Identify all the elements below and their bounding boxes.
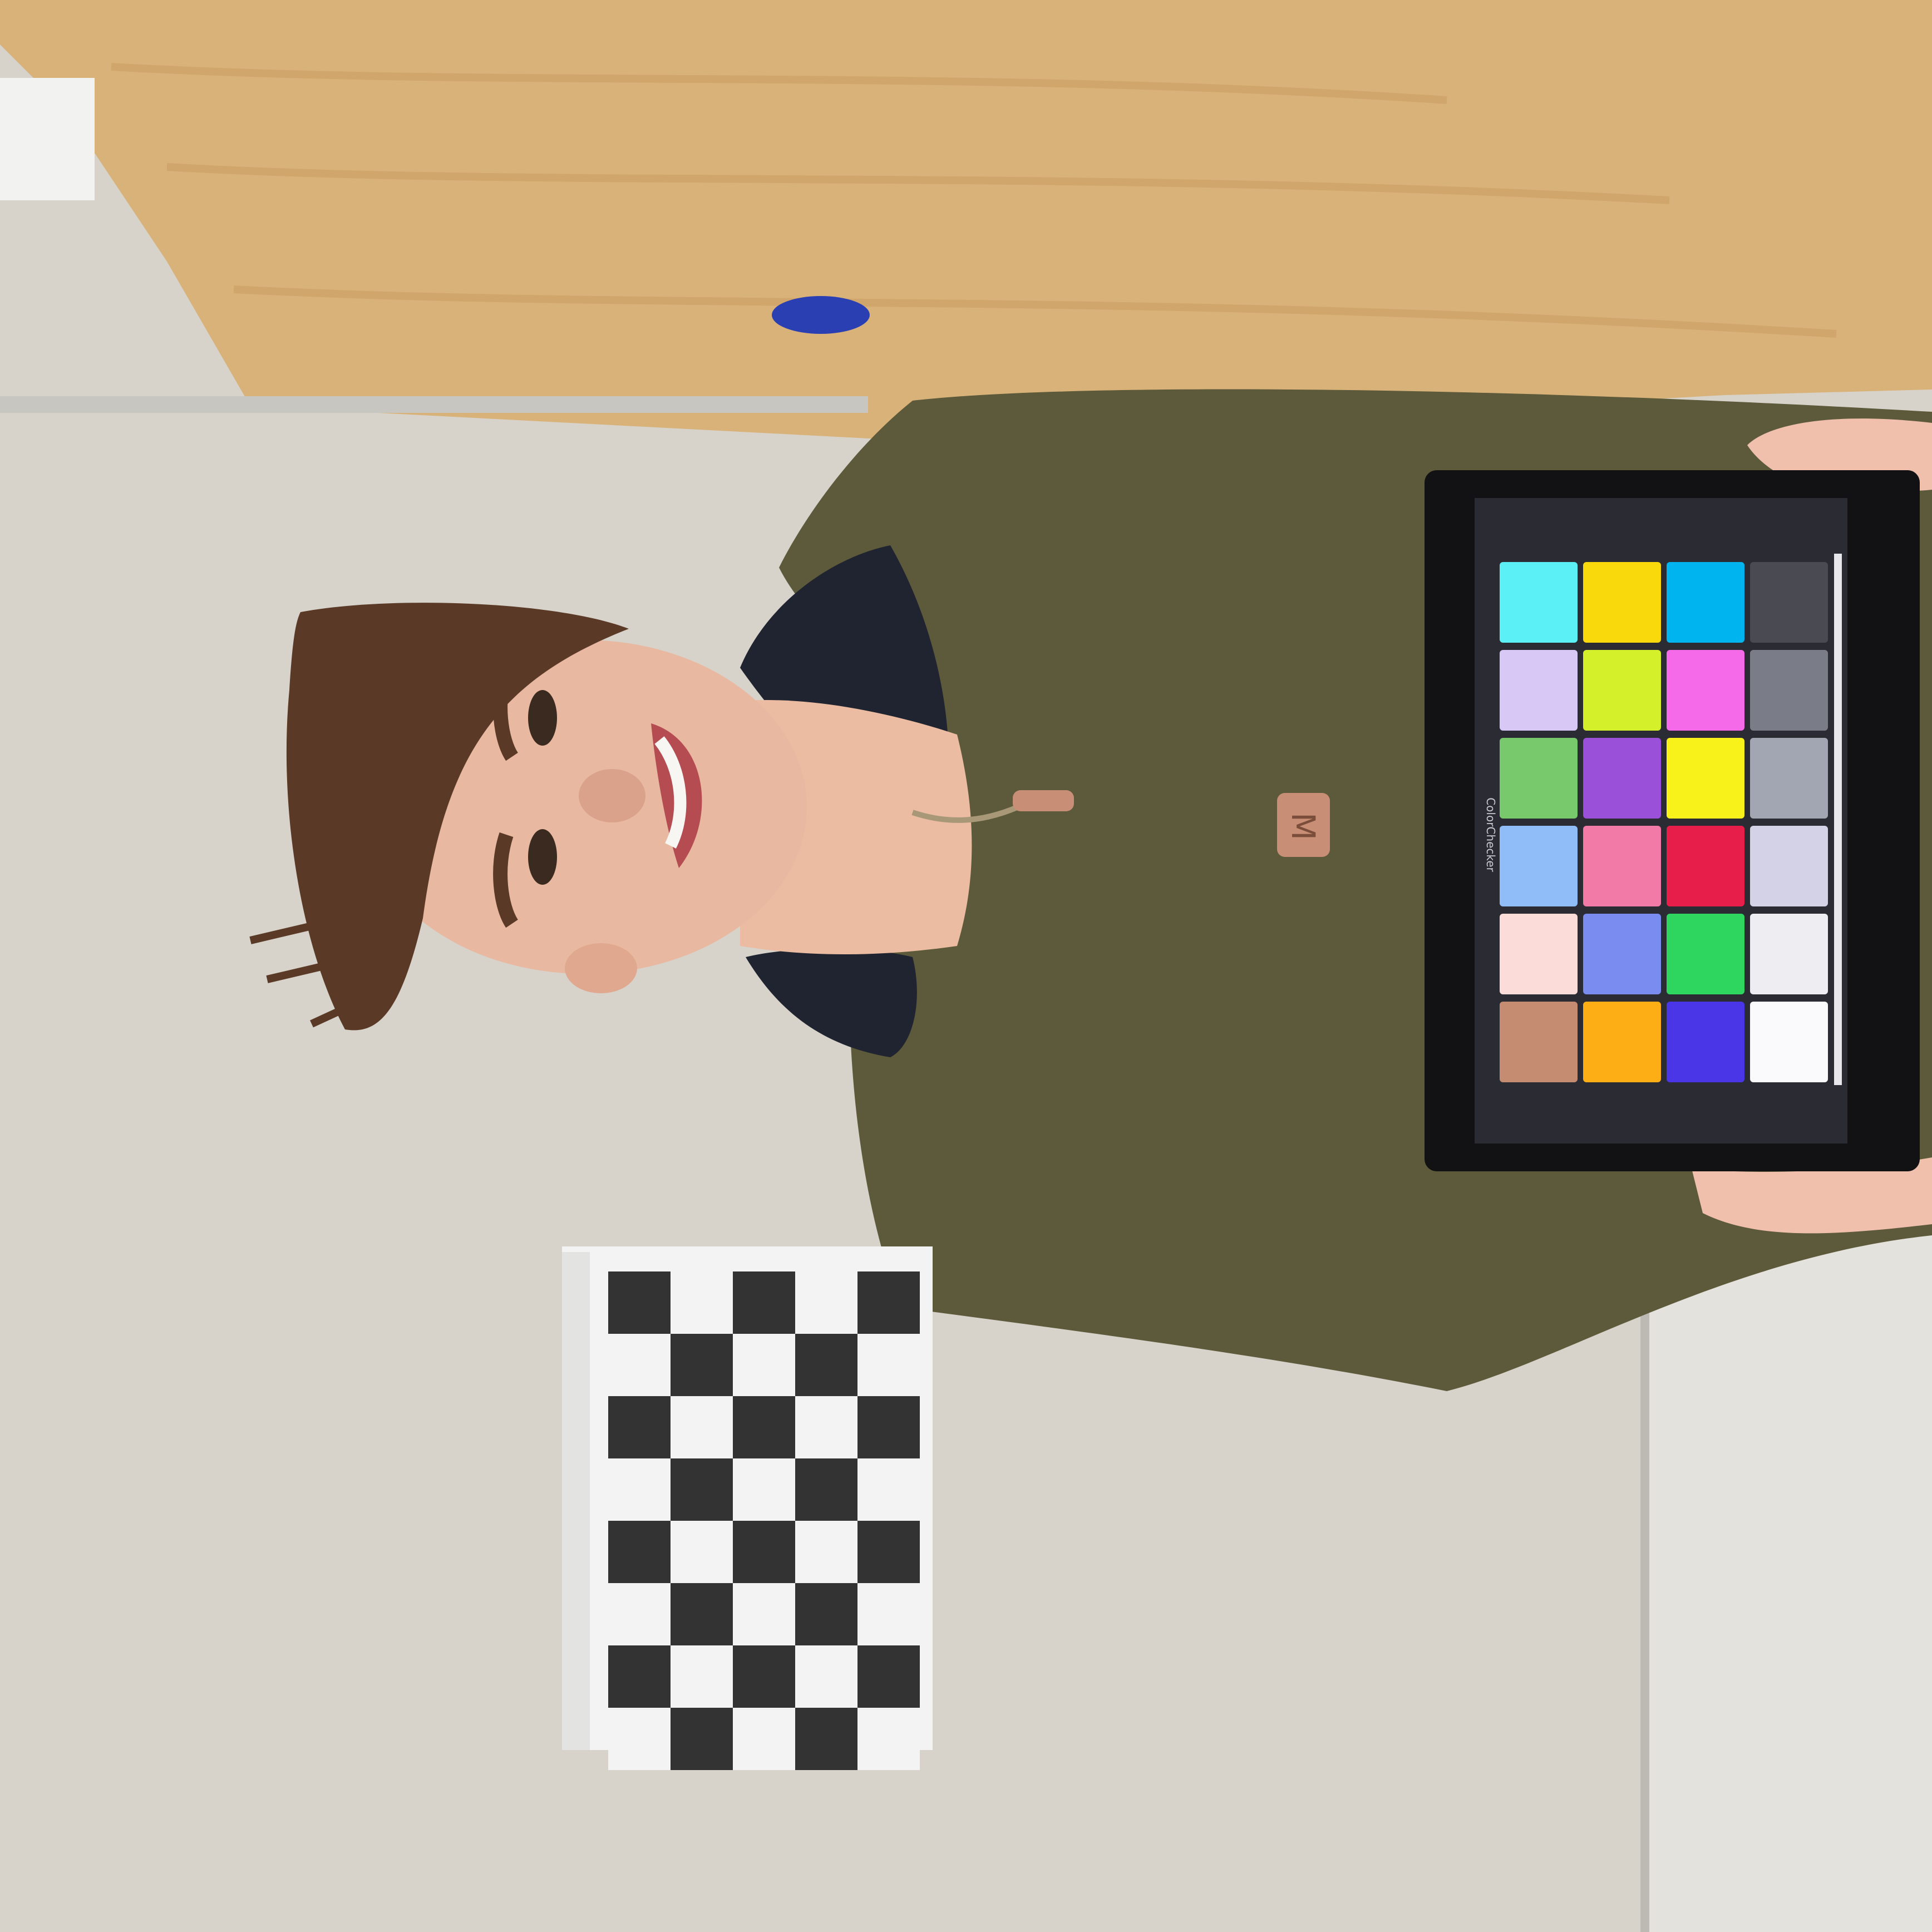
color-swatch — [1583, 650, 1661, 731]
checkerboard-square — [733, 1396, 795, 1458]
ear — [565, 943, 637, 993]
checkerboard-square — [608, 1396, 671, 1458]
color-swatch — [1500, 562, 1578, 643]
checkerboard-square — [857, 1271, 920, 1334]
checkerboard-square — [671, 1458, 733, 1521]
color-swatch — [1750, 826, 1828, 906]
color-swatch — [1583, 826, 1661, 906]
checkerboard-square — [857, 1396, 920, 1458]
color-swatch — [1667, 914, 1744, 994]
checkerboard-square — [671, 1583, 733, 1645]
tablet-scrollbar — [1834, 554, 1842, 1085]
checkerboard-square — [608, 1708, 671, 1770]
color-swatch — [1500, 1002, 1578, 1082]
checkerboard-square — [795, 1583, 857, 1645]
color-swatch — [1667, 562, 1744, 643]
door-frame — [0, 396, 868, 413]
checkerboard-square — [857, 1708, 920, 1770]
color-swatch — [1750, 562, 1828, 643]
checkerboard-square — [795, 1334, 857, 1396]
checkerboard-square — [733, 1521, 795, 1583]
checkerboard-square — [608, 1334, 671, 1396]
blue-sticker — [772, 296, 870, 334]
color-swatch — [1667, 1002, 1744, 1082]
checkerboard-square — [857, 1458, 920, 1521]
checkerboard-square — [671, 1334, 733, 1396]
notice-paper — [0, 78, 95, 200]
checkerboard-square — [795, 1458, 857, 1521]
wooden-door — [0, 0, 1932, 440]
checkerboard-square — [671, 1396, 733, 1458]
checkerboard-square — [857, 1583, 920, 1645]
color-swatch — [1750, 650, 1828, 731]
checkerboard-square — [608, 1645, 671, 1708]
color-swatch — [1667, 738, 1744, 819]
color-swatch — [1750, 1002, 1828, 1082]
tablet-app-label: ColorChecker — [1484, 797, 1497, 872]
color-swatch — [1750, 738, 1828, 819]
wall-panel-seam — [1640, 1269, 1649, 1932]
checkerboard-square — [733, 1334, 795, 1396]
color-swatch — [1583, 1002, 1661, 1082]
checkerboard-square — [608, 1583, 671, 1645]
checkerboard-square — [671, 1271, 733, 1334]
left-eye — [528, 690, 557, 746]
checkerboard-sleeve-edge — [562, 1252, 590, 1750]
checkerboard-square — [671, 1521, 733, 1583]
checkerboard-square — [733, 1645, 795, 1708]
color-swatch — [1500, 826, 1578, 906]
checkerboard-sheet — [562, 1246, 933, 1770]
color-swatch — [1500, 650, 1578, 731]
checkerboard-square — [733, 1708, 795, 1770]
checkerboard-square — [733, 1458, 795, 1521]
checkerboard-square — [857, 1645, 920, 1708]
checkerboard-square — [795, 1708, 857, 1770]
checkerboard-square — [608, 1521, 671, 1583]
checkerboard-grid — [608, 1271, 920, 1770]
right-eye — [528, 829, 557, 885]
checkerboard-square — [795, 1521, 857, 1583]
checkerboard-square — [608, 1458, 671, 1521]
color-swatch — [1500, 914, 1578, 994]
color-swatch — [1583, 914, 1661, 994]
checkerboard-square — [608, 1271, 671, 1334]
color-swatch — [1500, 738, 1578, 819]
checkerboard-square — [671, 1708, 733, 1770]
checkerboard-square — [733, 1583, 795, 1645]
checkerboard-square — [671, 1645, 733, 1708]
nose — [579, 769, 645, 822]
color-swatch — [1583, 562, 1661, 643]
checkerboard-square — [857, 1521, 920, 1583]
checkerboard-square — [857, 1334, 920, 1396]
color-swatch — [1667, 826, 1744, 906]
patch-letter: M — [1284, 812, 1322, 840]
tablet: ColorChecker — [1425, 470, 1920, 1171]
checkerboard-square — [795, 1271, 857, 1334]
photo-scene: M ColorChecker — [0, 0, 1932, 1932]
color-swatch — [1750, 914, 1828, 994]
checkerboard-square — [795, 1645, 857, 1708]
color-swatch — [1583, 738, 1661, 819]
zipper-pull — [1013, 790, 1074, 811]
checkerboard-square — [733, 1271, 795, 1334]
color-swatch — [1667, 650, 1744, 731]
wall-panel-right — [1647, 1224, 1932, 1932]
checkerboard-square — [795, 1396, 857, 1458]
